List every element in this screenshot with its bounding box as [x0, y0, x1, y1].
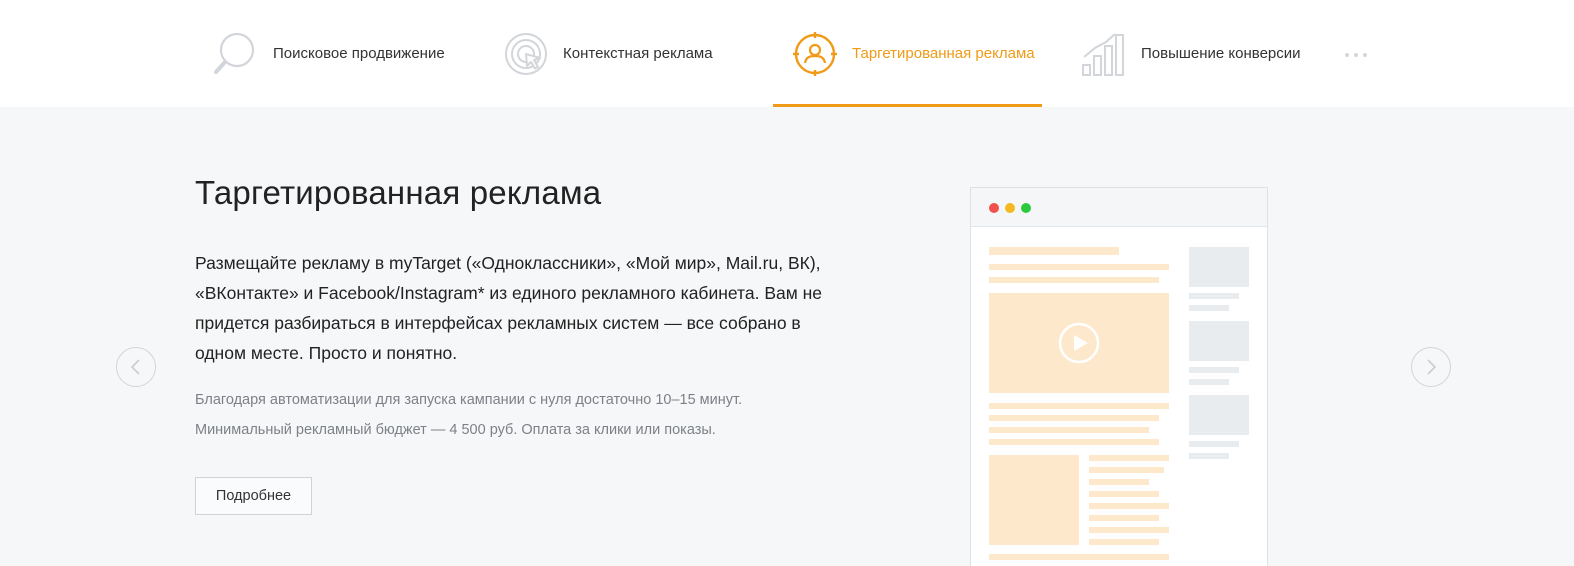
tab-label: Поисковое продвижение — [273, 45, 445, 62]
placeholder-line — [1089, 527, 1169, 533]
ellipsis-icon — [1345, 53, 1349, 57]
placeholder-line — [1089, 503, 1169, 509]
placeholder-line — [989, 427, 1149, 433]
target-cursor-icon — [505, 32, 547, 75]
growth-bars-icon — [1082, 32, 1124, 76]
chevron-right-icon — [1427, 359, 1437, 375]
window-titlebar — [971, 188, 1267, 227]
ad-cabinet-illustration — [970, 187, 1268, 566]
placeholder-line — [989, 554, 1169, 560]
placeholder-line — [1089, 491, 1159, 497]
placeholder-line — [1089, 539, 1159, 545]
placeholder-line — [989, 415, 1159, 421]
tab-conversion-boost[interactable]: Повышение конверсии — [1081, 0, 1301, 107]
slide-note-min-budget: Минимальный рекламный бюджет — 4 500 руб… — [195, 422, 716, 438]
placeholder-line — [1189, 441, 1239, 447]
play-icon — [1058, 322, 1100, 364]
sidebar-block-placeholder — [1189, 395, 1249, 435]
slide-title: Таргетированная реклама — [195, 174, 602, 211]
chevron-left-icon — [130, 359, 140, 375]
image-placeholder — [989, 455, 1079, 545]
placeholder-line — [1089, 515, 1159, 521]
placeholder-line — [1189, 293, 1239, 299]
window-minimize-dot — [1005, 203, 1015, 213]
carousel-prev-button[interactable] — [116, 347, 156, 387]
tab-search-promotion[interactable]: Поисковое продвижение — [213, 0, 445, 107]
sidebar-block-placeholder — [1189, 321, 1249, 361]
tab-label: Таргетированная реклама — [852, 45, 1035, 62]
top-navigation: Поисковое продвижение Контекстная реклам… — [0, 0, 1574, 107]
slide-description: Размещайте рекламу в myTarget («Одноклас… — [195, 253, 823, 363]
details-button[interactable]: Подробнее — [195, 477, 312, 515]
tab-label: Повышение конверсии — [1141, 45, 1301, 62]
placeholder-line — [1089, 467, 1164, 473]
placeholder-line — [1189, 453, 1229, 459]
tab-label: Контекстная реклама — [563, 45, 713, 62]
user-target-icon — [793, 31, 837, 76]
active-tab-indicator — [773, 104, 1042, 107]
magnifier-icon — [214, 32, 255, 74]
placeholder-line — [989, 247, 1119, 255]
slide-note-launch-time: Благодаря автоматизации для запуска камп… — [195, 392, 743, 408]
placeholder-line — [1189, 367, 1239, 373]
placeholder-line — [989, 277, 1159, 283]
placeholder-line — [1089, 479, 1149, 485]
tab-context-ads[interactable]: Контекстная реклама — [503, 0, 713, 107]
placeholder-line — [1189, 379, 1229, 385]
window-maximize-dot — [1021, 203, 1031, 213]
placeholder-line — [1189, 305, 1229, 311]
placeholder-line — [1089, 455, 1169, 461]
tab-targeted-ads[interactable]: Таргетированная реклама — [773, 0, 1042, 107]
placeholder-line — [989, 403, 1169, 409]
placeholder-line — [989, 439, 1159, 445]
window-close-dot — [989, 203, 999, 213]
carousel-next-button[interactable] — [1411, 347, 1451, 387]
placeholder-line — [989, 264, 1169, 270]
sidebar-block-placeholder — [1189, 247, 1249, 287]
more-tabs-button[interactable] — [1345, 48, 1375, 62]
video-placeholder — [989, 293, 1169, 393]
